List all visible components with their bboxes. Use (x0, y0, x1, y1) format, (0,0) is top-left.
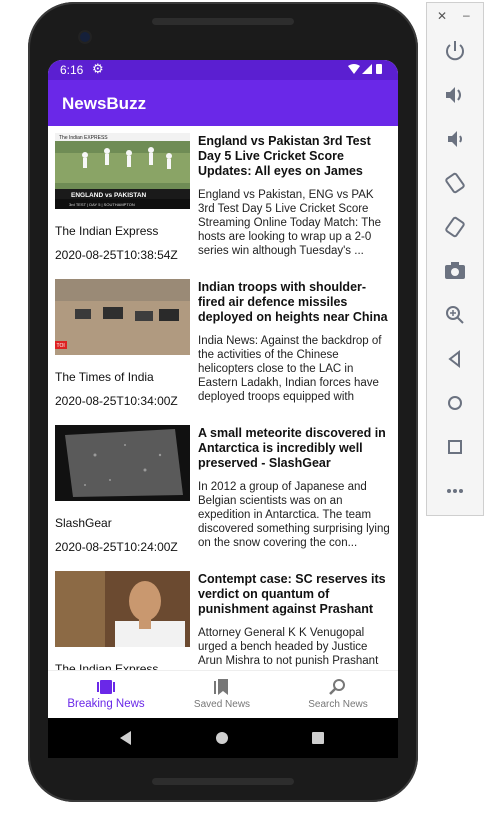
back-icon[interactable] (441, 345, 469, 373)
bottom-navigation: Breaking News Saved News Search News (48, 670, 398, 718)
thumb-brand: The Indian EXPRESS (59, 135, 108, 141)
system-home-icon[interactable] (216, 732, 228, 744)
status-icons (346, 63, 386, 78)
close-icon[interactable]: ✕ (437, 9, 447, 23)
article-date: 2020-08-25T10:34:00Z (55, 394, 178, 408)
article-headline: A small meteorite discovered in Antarcti… (198, 426, 386, 470)
more-icon[interactable] (441, 477, 469, 505)
article-item[interactable]: The Indian Express Contempt case: SC res… (48, 564, 398, 670)
app-bar: NewsBuzz (48, 80, 398, 126)
system-back-icon[interactable] (120, 731, 131, 745)
nav-saved-news[interactable]: Saved News (164, 671, 280, 718)
article-description: Attorney General K K Venugopal urged a b… (198, 627, 379, 667)
nav-search-news[interactable]: Search News (280, 671, 396, 718)
breaking-news-icon (97, 680, 115, 694)
minimize-icon[interactable]: – (463, 8, 470, 22)
nav-label: Breaking News (67, 698, 145, 710)
bottom-speaker (152, 778, 294, 785)
article-source: SlashGear (55, 516, 112, 530)
rotate-right-icon[interactable] (441, 213, 469, 241)
article-headline: England vs Pakistan 3rd Test Day 5 Live … (198, 134, 371, 180)
article-thumbnail (55, 425, 190, 501)
article-date: 2020-08-25T10:38:54Z (55, 248, 178, 262)
article-headline: Indian troops with shoulder-fired air de… (198, 280, 388, 326)
status-time: 6:16 (60, 63, 84, 77)
article-item[interactable]: The Indian EXPRESS ENGLAND vs PAKISTAN 3… (48, 126, 398, 272)
volume-up-icon[interactable] (441, 81, 469, 109)
thumb-badge: TOI (57, 343, 65, 349)
power-icon[interactable] (441, 37, 469, 65)
news-list[interactable]: The Indian EXPRESS ENGLAND vs PAKISTAN 3… (48, 126, 398, 670)
app-title: NewsBuzz (62, 94, 147, 113)
article-item[interactable]: SlashGear 2020-08-25T10:24:00Z A small m… (48, 418, 398, 564)
article-item[interactable]: TOI The Times of India 2020-08-25T10:34:… (48, 272, 398, 418)
nav-label: Saved News (193, 699, 251, 710)
volume-down-icon[interactable] (441, 125, 469, 153)
article-description: India News: Against the backdrop of the … (198, 335, 382, 403)
system-navigation-bar (48, 718, 398, 758)
bookmark-icon (214, 679, 228, 695)
article-thumbnail (55, 571, 190, 647)
home-icon[interactable] (441, 389, 469, 417)
thumb-sub: 3rd TEST | DAY 5 | SOUTHAMPTON (69, 202, 135, 207)
device-screen: 6:16 ⚙ NewsBuzz The Indian EXPRESS ENGLA… (48, 60, 398, 718)
front-camera (80, 32, 90, 42)
nav-label: Search News (308, 699, 368, 710)
search-icon (329, 679, 345, 695)
zoom-icon[interactable] (441, 301, 469, 329)
article-date: 2020-08-25T10:24:00Z (55, 540, 178, 554)
nav-breaking-news[interactable]: Breaking News (48, 671, 164, 718)
article-description: In 2012 a group of Japanese and Belgian … (198, 481, 390, 549)
camera-icon[interactable] (441, 257, 469, 285)
article-source: The Indian Express (55, 224, 159, 238)
overview-icon[interactable] (441, 433, 469, 461)
status-bar: 6:16 ⚙ (48, 60, 398, 80)
rotate-left-icon[interactable] (441, 169, 469, 197)
article-thumbnail: The Indian EXPRESS ENGLAND vs PAKISTAN 3… (55, 133, 190, 209)
earpiece-speaker (152, 18, 294, 25)
article-headline: Contempt case: SC reserves its verdict o… (198, 572, 386, 618)
article-source: The Times of India (55, 370, 154, 384)
thumb-banner: ENGLAND vs PAKISTAN (71, 192, 147, 199)
article-description: England vs Pakistan, ENG vs PAK 3rd Test… (198, 189, 382, 257)
wifi-signal-battery-icon (348, 64, 382, 74)
gear-icon: ⚙ (92, 61, 104, 76)
article-thumbnail: TOI (55, 279, 190, 355)
article-source: The Indian Express (55, 662, 159, 670)
system-recents-icon[interactable] (312, 732, 324, 744)
emulator-toolbar: ✕ – (426, 2, 484, 516)
